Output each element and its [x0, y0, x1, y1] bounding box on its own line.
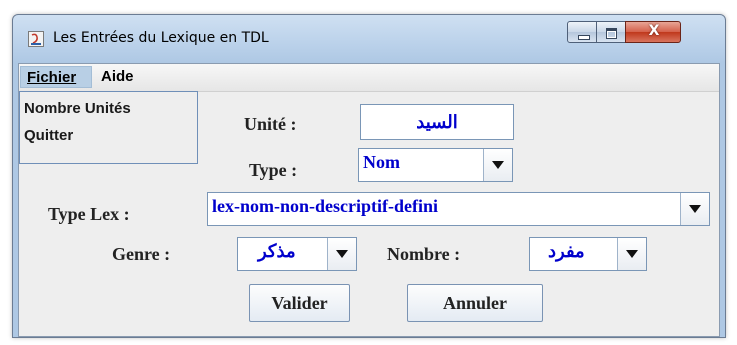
menu-aide-label: Aide: [101, 68, 134, 85]
app-icon: [28, 31, 44, 47]
chevron-down-icon: [626, 250, 638, 258]
fichier-dropdown-menu: Nombre Unités Quitter: [19, 91, 198, 164]
type-lex-combobox[interactable]: lex-nom-non-descriptif-defini: [207, 192, 710, 226]
application-window: Les Entrées du Lexique en TDL X Fichier …: [12, 14, 726, 338]
maximize-button[interactable]: [596, 21, 626, 43]
type-dropdown-button[interactable]: [483, 149, 512, 181]
app-icon-glyph: [31, 33, 41, 45]
type-value: Nom: [363, 152, 400, 172]
client-area: Fichier Aide Nombre Unités Quitter Unité…: [18, 63, 720, 337]
chevron-down-icon: [336, 250, 348, 258]
menu-item-nombre-unites[interactable]: Nombre Unités: [24, 100, 131, 117]
type-label: Type :: [249, 160, 298, 180]
type-combobox[interactable]: Nom: [358, 148, 513, 182]
nombre-label: Nombre :: [387, 244, 461, 264]
type-lex-value: lex-nom-non-descriptif-defini: [212, 196, 438, 216]
menu-fichier-label: Fichier: [27, 69, 77, 86]
genre-label: Genre :: [112, 244, 171, 264]
unite-label: Unité :: [244, 114, 297, 134]
close-icon: X: [648, 23, 660, 39]
menu-item-quitter[interactable]: Quitter: [24, 127, 73, 144]
window-title: Les Entrées du Lexique en TDL: [53, 30, 269, 46]
type-lex-label: Type Lex :: [48, 204, 130, 224]
nombre-dropdown-button[interactable]: [617, 238, 646, 270]
unite-value: السيد: [416, 112, 458, 132]
title-bar[interactable]: Les Entrées du Lexique en TDL X: [13, 15, 725, 63]
minimize-button[interactable]: [567, 21, 597, 43]
menu-aide[interactable]: Aide: [95, 66, 149, 88]
valider-button[interactable]: Valider: [249, 284, 350, 322]
chevron-down-icon: [689, 205, 701, 213]
genre-combobox[interactable]: مذكر: [237, 237, 357, 271]
type-lex-dropdown-button[interactable]: [680, 193, 709, 225]
unite-input[interactable]: السيد: [360, 104, 514, 140]
nombre-combobox[interactable]: مفرد: [529, 237, 647, 271]
annuler-button[interactable]: Annuler: [407, 284, 543, 322]
chevron-down-icon: [492, 161, 504, 169]
genre-dropdown-button[interactable]: [327, 238, 356, 270]
menu-bar: Fichier Aide: [19, 64, 719, 92]
nombre-value: مفرد: [548, 241, 585, 261]
menu-fichier[interactable]: Fichier: [20, 66, 92, 88]
close-button[interactable]: X: [625, 21, 681, 43]
genre-value: مذكر: [258, 241, 296, 261]
